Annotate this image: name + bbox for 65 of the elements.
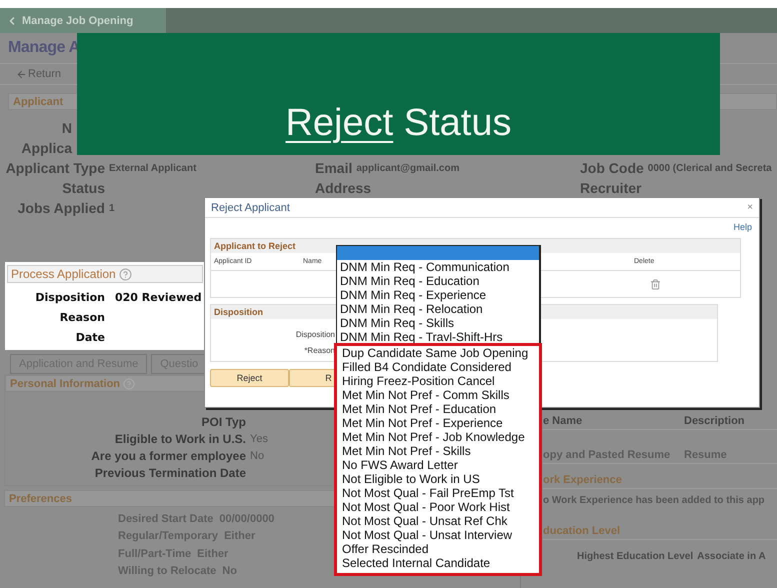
field-label: N — [60, 120, 72, 136]
section-title: Preferences — [9, 492, 72, 504]
column-header: Description — [684, 414, 746, 426]
dropdown-option[interactable]: Not Most Qual - Poor Work Hist — [339, 500, 539, 514]
dialog-button[interactable]: Reject — [210, 369, 289, 387]
banner-title: Reject Status — [285, 102, 512, 145]
field-label: *Reason — [304, 346, 335, 354]
dialog-title: Reject Applicant — [211, 202, 290, 214]
dropdown-option[interactable]: Met Min Not Pref - Job Knowledge — [339, 430, 539, 444]
field-label: Reason — [58, 310, 105, 324]
field-label: POI Typ — [200, 414, 246, 428]
dropdown-option[interactable]: Met Min Not Pref - Education — [339, 402, 539, 416]
dropdown-option[interactable]: Selected Internal Candidate — [339, 556, 539, 570]
dropdown-option[interactable]: Not Most Qual - Unsat Ref Chk — [339, 514, 539, 528]
field-label: Recruiter — [580, 180, 642, 196]
dropdown-option[interactable]: No FWS Award Letter — [339, 458, 539, 472]
grid-title: Disposition — [214, 307, 263, 317]
section-title: Applicant — [13, 96, 64, 108]
field-label: Applica — [20, 140, 72, 156]
field-value: 1 — [109, 202, 115, 214]
help-icon[interactable] — [118, 268, 132, 280]
dropdown-option[interactable]: Not Most Qual - Fail PreEmp Tst — [339, 486, 539, 500]
dropdown-option[interactable]: Dup Candidate Same Job Opening — [339, 346, 539, 360]
field-label: Previous Termination Date — [94, 466, 246, 480]
dropdown-option[interactable]: Not Most Qual - Unsat Interview — [339, 528, 539, 542]
dropdown-option[interactable]: Not Eligible to Work in US — [339, 472, 539, 486]
help-icon[interactable] — [123, 378, 136, 390]
field-value: Associate in A — [697, 550, 766, 562]
field-label: Disposition — [34, 290, 105, 304]
dropdown-option[interactable]: Met Min Not Pref - Skills — [339, 444, 539, 458]
dropdown-option[interactable]: DNM Min Req - Communication — [337, 260, 539, 274]
field-label: Email — [315, 160, 352, 176]
empty-message: o Work Experience has been added to this app — [543, 495, 766, 508]
field-label: Highest Education Level — [577, 550, 694, 562]
help-link[interactable]: Help — [733, 222, 752, 232]
dropdown-option[interactable]: DNM Min Req - Education — [337, 274, 539, 288]
column-header: e Name — [543, 414, 584, 426]
panel-title: Process Application — [11, 267, 116, 281]
field-label: Disposition — [296, 330, 335, 338]
field-label: Date — [74, 330, 105, 344]
grid-title: Applicant to Reject — [214, 241, 296, 251]
delete-icon[interactable] — [650, 278, 661, 290]
field-label: Job Code — [580, 160, 644, 176]
dropdown-option[interactable]: DNM Min Req - Travl-Shift-Hrs — [337, 330, 539, 344]
dropdown-list[interactable] — [336, 245, 541, 574]
dropdown-option[interactable]: DNM Min Req - Experience — [337, 288, 539, 302]
field-label: Address — [315, 180, 372, 196]
field-value: No — [250, 450, 264, 462]
field-value: 020 Reviewed — [115, 290, 202, 304]
dropdown-option[interactable]: DNM Min Req - Relocation — [337, 302, 539, 316]
section-title: ducation Level — [543, 525, 620, 537]
field-label: Eligible to Work in U.S. — [114, 432, 246, 446]
section-title: ork Experience — [543, 474, 622, 486]
field-label: Status — [61, 180, 105, 196]
dropdown-option[interactable]: Met Min Not Pref - Comm Skills — [339, 388, 539, 402]
close-button[interactable]: × — [747, 202, 753, 213]
field-label: Applicant Type — [4, 160, 105, 176]
section-title: Personal Information — [10, 378, 120, 390]
dropdown-option[interactable]: Offer Rescinded — [339, 542, 539, 556]
arrow-left-icon — [16, 68, 27, 80]
dropdown-option[interactable]: DNM Min Req - Skills — [337, 316, 539, 330]
dropdown-option[interactable]: Met Min Not Pref - Experience — [339, 416, 539, 430]
field-label: Are you a former employee — [90, 448, 246, 462]
field-label: Jobs Applied — [16, 200, 105, 216]
field-value: Yes — [250, 432, 268, 444]
